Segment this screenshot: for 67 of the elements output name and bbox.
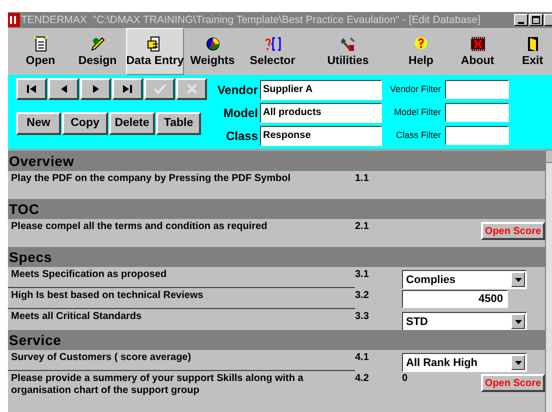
number-field[interactable]: 4500 (402, 290, 508, 308)
door-icon (526, 36, 538, 52)
bracket-icon (264, 36, 280, 52)
first-record-button[interactable] (16, 78, 47, 100)
field-label: Vendor Filter (388, 82, 442, 96)
caret-icon (514, 360, 522, 364)
dropdown[interactable]: Complies (402, 270, 527, 289)
question-text: High Is best based on technical Reviews (8, 288, 355, 309)
x-icon (186, 84, 196, 94)
left-triangle-icon (60, 85, 66, 93)
item-number: 3.1 (355, 268, 370, 282)
checkmark-icon (154, 84, 166, 94)
section-header: Specs (8, 247, 545, 267)
field-label: Model (222, 104, 259, 122)
item-number: 3.2 (355, 289, 370, 303)
question-text: Please provide a summery of your support Skills along with a organisation chart of the support group (10, 372, 304, 398)
input-field[interactable]: All products (260, 102, 382, 122)
filter-field[interactable] (445, 126, 509, 145)
input-field[interactable]: Response (260, 126, 382, 146)
record-button[interactable]: Table (156, 112, 201, 135)
filter-field[interactable] (445, 80, 509, 99)
field-label: Class Filter (394, 128, 442, 142)
next-button[interactable] (80, 78, 111, 100)
section-header: Overview (8, 151, 545, 171)
filter-field[interactable] (445, 103, 509, 122)
tools-icon (340, 36, 356, 52)
first-icon (27, 85, 36, 93)
previous-button[interactable] (48, 78, 79, 100)
right-triangle-icon (92, 85, 98, 93)
record-button[interactable]: Delete (109, 112, 155, 135)
pencil-icon (90, 36, 106, 52)
last-icon (123, 85, 132, 93)
window-title: TENDERMAX "C:\DMAX TRAINING\Training Template\Best Practice Evaulation" - [Edit Database] (21, 13, 481, 28)
question-text: Play the PDF on the company by Pressing the PDF Symbol (10, 172, 292, 186)
maximize-button[interactable] (529, 14, 543, 26)
field-label: Model Filter (392, 106, 442, 119)
section-header: TOC (8, 199, 545, 219)
document-icon (34, 36, 48, 52)
record-button[interactable]: Copy (62, 112, 108, 135)
question-text: Survey of Customers ( score average) (8, 350, 355, 371)
question-text: Meets all Critical Standards (10, 310, 143, 324)
item-number: 2.1 (355, 220, 370, 234)
dropdown[interactable]: All Rank High (402, 353, 527, 372)
help-icon (414, 36, 428, 52)
field-label: Vendor (216, 82, 259, 98)
question-text: Meets Specification as proposed (8, 267, 355, 288)
section-header: Service (8, 330, 545, 350)
score-value: 0 (402, 372, 408, 385)
dropdown[interactable]: STD (402, 312, 527, 331)
caret-icon (514, 320, 522, 324)
film-icon (470, 36, 486, 52)
caret-icon (514, 278, 522, 282)
toolbar-button[interactable]: Data Entry (126, 28, 184, 75)
field-label: Class (224, 128, 259, 144)
question-text: Please compel all the terms and condition as required (10, 220, 268, 234)
item-number: 4.1 (355, 351, 370, 365)
item-number: 1.1 (355, 172, 370, 186)
close-button[interactable] (544, 14, 552, 26)
record-button[interactable]: New (16, 112, 61, 135)
last-record-button[interactable] (112, 78, 143, 100)
item-number: 4.2 (355, 372, 370, 386)
scrollbar[interactable] (545, 151, 552, 412)
pie-chart-icon (204, 36, 220, 52)
input-field[interactable]: Supplier A (260, 80, 382, 100)
app-icon (8, 13, 20, 27)
item-number: 3.3 (355, 310, 370, 324)
minimize-button[interactable] (514, 14, 528, 26)
